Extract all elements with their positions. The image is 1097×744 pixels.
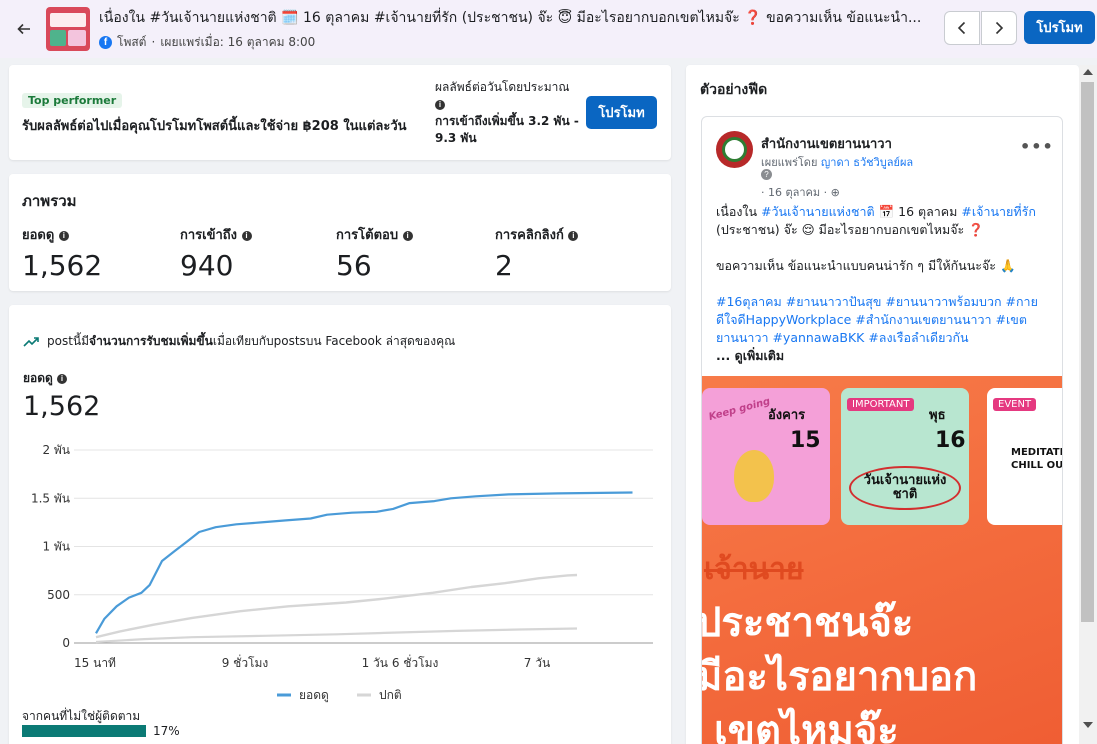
promote-post-button[interactable]: โปรโมท — [586, 96, 657, 129]
post-preview: สำนักงานเขตยานนาวา เผยแพร่โดย ญาดา ธวัชว… — [701, 116, 1063, 744]
non-follower-label: จากคนที่ไม่ใช่ผู้ติดตาม — [22, 709, 141, 723]
info-icon[interactable]: i — [58, 230, 69, 241]
metric-reach: การเข้าถึง i 940 — [180, 224, 252, 282]
post-image[interactable]: Keep going อังคาร 15 IMPORTANT พุธ 16 วั… — [702, 376, 1062, 744]
non-follower-bar — [22, 725, 147, 737]
trend-message: postนี้มีจำนวนการรับชมเพิ่มขึ้นเมื่อเทีย… — [23, 332, 455, 351]
info-icon[interactable]: i — [57, 373, 68, 384]
y-tick-label: 1.5 พัน — [31, 491, 70, 505]
info-icon[interactable]: i — [402, 230, 413, 241]
info-icon[interactable]: i — [435, 99, 445, 110]
more-options-icon[interactable]: ••• — [1020, 137, 1054, 156]
back-button[interactable] — [13, 18, 35, 40]
top-performer-card: Top performer รับผลลัพธ์ต่อไปเมื่อคุณโปร… — [9, 65, 671, 160]
info-icon[interactable]: i — [568, 230, 579, 241]
trending-up-icon — [23, 336, 39, 347]
non-follower-value: 17% — [153, 724, 180, 738]
y-tick-label: 2 พัน — [42, 443, 70, 457]
chevron-left-icon — [957, 21, 966, 35]
legend-label-normal: ปกติ — [379, 688, 402, 702]
published-time: เผยแพร่เมื่อ: 16 ตุลาคม 8:00 — [160, 34, 316, 49]
post-title: เนื่องใน #วันเจ้านายแห่งชาติ 🗓️ 16 ตุลาค… — [99, 9, 922, 26]
info-icon[interactable]: i — [241, 230, 252, 241]
page-name[interactable]: สำนักงานเขตยานนาวา — [761, 133, 892, 154]
y-tick-label: 1 พัน — [42, 540, 70, 554]
page-avatar[interactable] — [716, 131, 753, 168]
hashtags[interactable]: #16ตุลาคม #ยานนาวาปันสุข #ยานนาวาพร้อมบว… — [716, 293, 1056, 347]
author-link[interactable]: ญาดา ธวัชวิบูลย์ผล — [821, 156, 913, 169]
mascot-icon — [734, 450, 774, 502]
views-line-chart: 0 500 1 พัน 1.5 พัน 2 พัน 15 นาที 9 ชั่วโมง 1 ว… — [31, 443, 653, 703]
x-tick-label: 9 ชั่วโมง — [222, 654, 269, 670]
y-tick-label: 0 — [62, 636, 70, 650]
estimate-label: ผลลัพธ์ต่อวันโดยประมาณ — [435, 80, 570, 94]
chart-views-metric: ยอดดู i 1,562 — [23, 371, 101, 422]
metric-link-clicks: การคลิกลิงก์ i 2 — [495, 224, 579, 282]
scroll-up-icon[interactable] — [1083, 69, 1093, 75]
metric-engagement: การโต้ตอบ i 56 — [336, 224, 413, 282]
facebook-icon: f — [99, 35, 112, 49]
next-post-button[interactable] — [981, 11, 1017, 45]
x-tick-label: 15 นาที — [74, 656, 116, 670]
series-line-normal — [95, 627, 578, 644]
x-tick-label: 7 วัน — [524, 656, 550, 670]
scrollbar-thumb[interactable] — [1081, 82, 1094, 622]
previous-post-button[interactable] — [944, 11, 980, 45]
series-line-normal — [95, 573, 578, 639]
metric-views: ยอดดู i 1,562 — [22, 228, 103, 282]
arrow-left-icon — [17, 23, 30, 35]
top-performer-text: รับผลลัพธ์ต่อไปเมื่อคุณโปรโมทโพสต์นี้และ… — [22, 119, 407, 134]
posted-by: เผยแพร่โดย ญาดา ธวัชวิบูลย์ผล — [761, 156, 914, 169]
post-thumbnail[interactable] — [46, 7, 90, 51]
post-header: เนื่องใน #วันเจ้านายแห่งชาติ 🗓️ 16 ตุลาค… — [0, 0, 1097, 58]
x-tick-label: 1 วัน 6 ชั่วโมง — [362, 654, 439, 670]
see-more-link[interactable]: ... ดูเพิ่มเติม — [716, 347, 1056, 365]
feed-scrollbar[interactable] — [1079, 65, 1097, 744]
help-icon[interactable]: ? — [761, 169, 772, 180]
globe-icon: ⊕ — [830, 186, 840, 199]
feed-preview-title: ตัวอย่างฟีด — [700, 82, 768, 98]
estimate-value: การเข้าถึงเพิ่มขึ้น 3.2 พัน - 9.3 พัน — [435, 114, 579, 145]
y-tick-label: 500 — [47, 588, 70, 602]
calendar-tile-tuesday: Keep going อังคาร 15 — [702, 388, 830, 525]
chevron-right-icon — [995, 21, 1004, 35]
overview-title: ภาพรวม — [22, 192, 77, 210]
scroll-down-icon[interactable] — [1083, 722, 1093, 728]
post-body: เนื่องใน #วันเจ้านายแห่งชาติ 📅 16 ตุลาคม… — [716, 203, 1056, 365]
post-date: · 16 ตุลาคม · ⊕ — [761, 186, 840, 199]
calendar-tile-wednesday: IMPORTANT พุธ 16 วันเจ้านายแห่งชาติ — [841, 388, 969, 525]
post-type: โพสต์ — [117, 34, 147, 49]
legend-label-views: ยอดดู — [299, 688, 329, 703]
series-line-views — [95, 491, 633, 634]
overview-card: ภาพรวม ยอดดู i 1,562 การเข้าถึง i 940 กา… — [9, 174, 671, 291]
calendar-tile-event: EVENT MEDITATE CHILL OUT — [987, 388, 1062, 525]
feed-preview-card: ตัวอย่างฟีด สำนักงานเขตยานนาวา เผยแพร่โด… — [686, 65, 1079, 744]
top-performer-badge: Top performer — [22, 93, 123, 108]
promote-button[interactable]: โปรโมท — [1024, 11, 1095, 44]
views-chart-card: postนี้มีจำนวนการรับชมเพิ่มขึ้นเมื่อเทีย… — [9, 305, 671, 744]
